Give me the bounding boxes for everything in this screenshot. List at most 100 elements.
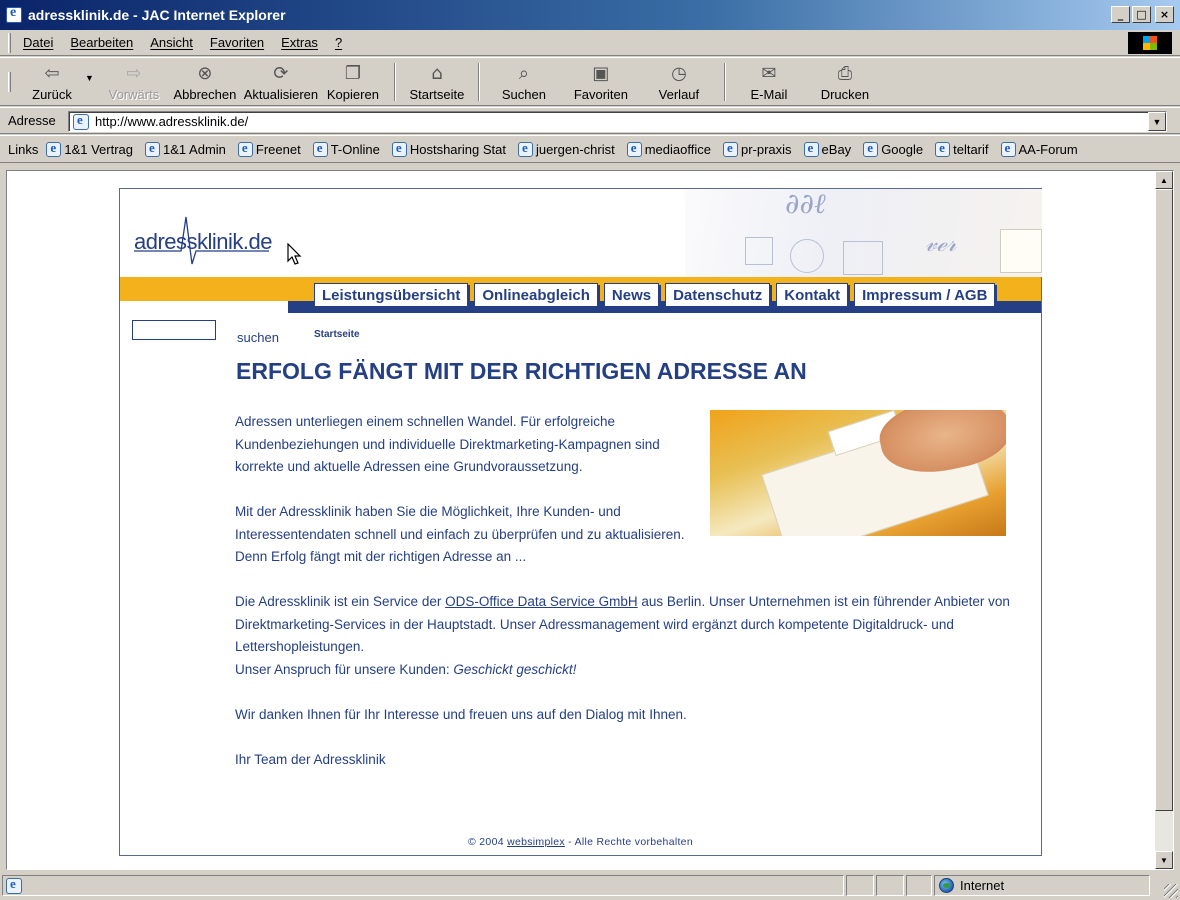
printer-icon: ⎙ [837,62,853,84]
favorites-button[interactable]: ▣ Favoriten [558,60,644,104]
page-icon [145,140,161,157]
page-icon [6,876,22,894]
refresh-icon: ⟳ [273,62,289,84]
link-teltarif[interactable]: teltarif [935,140,989,157]
resize-grip-icon[interactable] [1164,884,1178,898]
menu-ansicht[interactable]: Ansicht [150,35,193,50]
menu-extras[interactable]: Extras [281,35,318,50]
adressklinik-paragraph: Mit der Adressklinik haben Sie die Mögli… [235,504,685,564]
link-hostsharing-stat[interactable]: Hostsharing Stat [391,140,506,157]
maximize-button[interactable]: □ [1132,6,1151,23]
main-nav: Leistungsübersicht Onlineabgleich News D… [314,283,996,307]
handwriting-scribble: ∂∂ℓ [785,189,826,220]
nav-leistungsuebersicht[interactable]: Leistungsübersicht [314,283,469,307]
toolbar-grip[interactable] [8,71,11,92]
page-viewport[interactable]: adressklinik.de ∂∂ℓ 𝓋ℯ𝓇 Leistungsübersic… [6,170,1174,870]
nav-kontakt[interactable]: Kontakt [776,283,849,307]
menu-datei[interactable]: Datei [23,35,53,50]
link-mediaoffice[interactable]: mediaoffice [626,140,711,157]
stop-button[interactable]: ⊗ Abbrechen [170,60,240,104]
menu-bearbeiten[interactable]: Bearbeiten [70,35,133,50]
globe-icon [939,878,954,893]
toolbar-separator [723,62,726,101]
link-t-online[interactable]: T-Online [312,140,380,157]
forward-button[interactable]: ⇨ Vorwärts [98,60,170,104]
link-juergen-christ[interactable]: juergen-christ [517,140,615,157]
site-search-input[interactable] [132,320,216,340]
page-icon [722,140,738,157]
forward-arrow-icon: ⇨ [126,62,142,84]
scrollbar-thumb[interactable] [1155,189,1173,811]
address-label: Adresse [8,113,56,128]
thanks-paragraph: Wir danken Ihnen für Ihr Interesse und f… [235,707,687,722]
link-1und1-vertrag[interactable]: 1&1 Vertrag [46,140,133,157]
nav-news[interactable]: News [603,283,660,307]
page-icon [517,140,533,157]
home-button[interactable]: ⌂ Startseite [406,60,468,104]
postage-stamp [745,237,773,265]
scroll-up-icon[interactable]: ▲ [1155,171,1173,189]
vertical-scrollbar[interactable]: ▲ ▼ [1155,171,1173,869]
handwriting-scribble: 𝓋ℯ𝓇 [925,229,957,257]
page-icon [312,140,328,157]
address-input[interactable]: http://www.adressklinik.de/ ▼ [68,111,1167,132]
link-ebay[interactable]: eBay [803,140,851,157]
page-icon [935,140,951,157]
toolbar-separator [477,62,480,101]
link-google[interactable]: Google [863,140,923,157]
back-dropdown-icon[interactable]: ▼ [85,73,94,83]
envelope-photo [710,410,1006,536]
mouse-cursor-icon [287,243,302,265]
minimize-button[interactable]: _ [1111,6,1130,23]
links-label: Links [8,141,39,157]
websimplex-link[interactable]: websimplex [507,836,565,848]
link-pr-praxis[interactable]: pr-praxis [722,140,792,157]
search-icon: ⌕ [518,62,529,84]
title-bar[interactable]: adressklinik.de - JAC Internet Explorer … [0,0,1180,30]
intro-paragraph: Adressen unterliegen einem schnellen Wan… [235,414,660,474]
franking-stamp [843,241,883,275]
back-button[interactable]: ⇦ Zurück [23,60,81,104]
nav-onlineabgleich[interactable]: Onlineabgleich [474,283,598,307]
toolbar-separator [393,62,396,101]
refresh-button[interactable]: ⟳ Aktualisieren [240,60,322,104]
window-title: adressklinik.de - JAC Internet Explorer [28,7,286,23]
search-button[interactable]: ⌕ Suchen [490,60,558,104]
menu-favoriten[interactable]: Favoriten [210,35,264,50]
breadcrumb[interactable]: Startseite [314,329,360,340]
page-title: ERFOLG FÄNGT MIT DER RICHTIGEN ADRESSE A… [236,358,807,384]
status-panel [846,875,874,896]
back-arrow-icon: ⇦ [44,62,60,84]
link-aa-forum[interactable]: AA-Forum [1000,140,1078,157]
slogan: Geschickt geschickt! [453,661,577,677]
ie-app-icon[interactable] [6,5,22,23]
address-bar: Adresse http://www.adressklinik.de/ ▼ [0,107,1180,134]
link-1und1-admin[interactable]: 1&1 Admin [145,140,226,157]
ods-company-link[interactable]: ODS-Office Data Service GmbH [445,594,638,609]
home-icon: ⌂ [431,62,443,84]
page-icon [1000,140,1016,157]
mail-button[interactable]: ✉ E-Mail [736,60,802,104]
security-zone[interactable]: Internet [934,875,1150,896]
company-paragraph: Die Adressklinik ist ein Service der ODS… [235,594,1010,677]
close-button[interactable]: × [1155,6,1174,23]
site-logo[interactable]: adressklinik.de [134,199,274,269]
address-url[interactable]: http://www.adressklinik.de/ [95,114,248,129]
page-icon [803,140,819,157]
history-icon: ◷ [671,62,687,84]
menubar-grip[interactable] [8,32,11,53]
nav-datenschutz[interactable]: Datenschutz [665,283,771,307]
menu-help[interactable]: ? [335,35,342,50]
scroll-down-icon[interactable]: ▼ [1155,851,1173,869]
signature-paragraph: Ihr Team der Adressklinik [235,752,386,767]
page-icon [391,140,407,157]
nav-impressum-agb[interactable]: Impressum / AGB [854,283,996,307]
print-button[interactable]: ⎙ Drucken [802,60,888,104]
status-panel [876,875,904,896]
copy-button[interactable]: ❐ Kopieren [322,60,384,104]
site-footer: © 2004 websimplex - Alle Rechte vorbehal… [468,836,693,848]
address-dropdown-icon[interactable]: ▼ [1148,112,1166,131]
site-search-button[interactable]: suchen [237,330,279,345]
history-button[interactable]: ◷ Verlauf [644,60,714,104]
link-freenet[interactable]: Freenet [237,140,301,157]
